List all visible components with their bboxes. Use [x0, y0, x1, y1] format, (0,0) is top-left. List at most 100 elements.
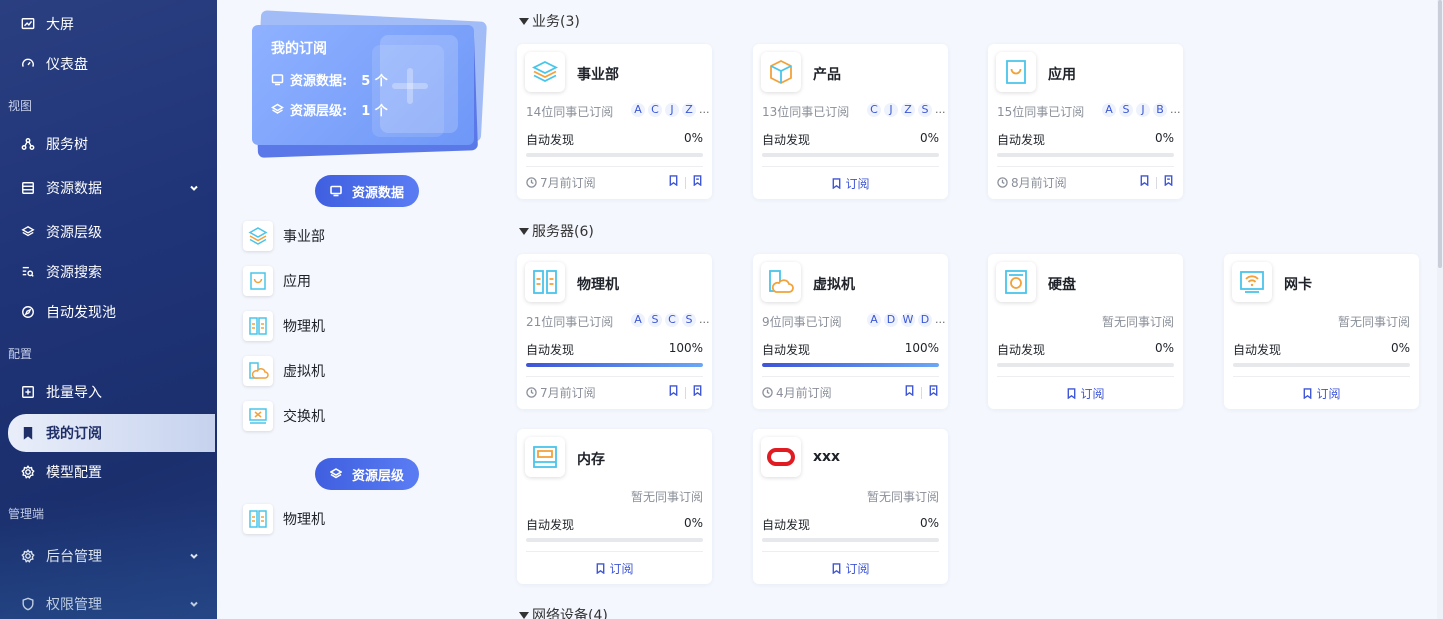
auto-discovery-label: 自动发现 — [526, 133, 575, 147]
nav-item-dashboard-screen[interactable]: 大屏 — [0, 5, 217, 43]
more-indicator: ... — [935, 313, 946, 326]
subscribed-time: 8月前订阅 — [997, 174, 1067, 191]
card-actions — [668, 385, 703, 400]
auto-discovery-percent: 0% — [1154, 341, 1174, 355]
layers-icon — [525, 52, 565, 92]
subscribe-button[interactable]: 订阅 — [753, 175, 948, 192]
group-label-config: 配置 — [8, 347, 33, 361]
bookmark-icon — [597, 563, 605, 574]
resource-level-pill[interactable]: 资源层级 — [315, 458, 419, 490]
nav-label: 我的订阅 — [46, 426, 102, 442]
resource-card[interactable]: 产品 13位同事已订阅 C J Z S... 自动发现 0% 订阅 — [753, 44, 948, 199]
clock-icon — [526, 177, 537, 188]
bookmark-icon[interactable] — [668, 175, 679, 190]
subscriber-count: 21位同事已订阅 — [526, 315, 614, 329]
clock-icon — [762, 387, 773, 398]
mid-item-business-unit[interactable]: 事业部 — [243, 219, 325, 253]
bookmark-icon — [1068, 388, 1076, 399]
auto-discovery-label: 自动发现 — [526, 518, 575, 532]
subscribe-button[interactable]: 订阅 — [988, 385, 1183, 402]
mid-item-label: 物理机 — [283, 319, 325, 335]
import-icon — [20, 384, 36, 400]
resource-card[interactable]: 硬盘 暂无同事订阅 自动发现 0% 订阅 — [988, 254, 1183, 409]
avatar: D — [884, 313, 898, 327]
nav-item-my-subscription[interactable]: 我的订阅 — [8, 414, 215, 452]
scrollbar[interactable] — [1437, 0, 1443, 619]
resource-data-pill[interactable]: 资源数据 — [315, 175, 419, 207]
search-list-icon — [20, 264, 36, 280]
resource-card[interactable]: 应用 15位同事已订阅 A S J B... 自动发现 0% 8月前订阅 — [988, 44, 1183, 199]
layers-icon — [329, 468, 342, 479]
card-actions — [1139, 175, 1174, 190]
subscribe-button[interactable]: 订阅 — [517, 560, 712, 577]
subscription-data-count: 5 个 — [361, 74, 388, 89]
divider — [685, 176, 686, 189]
avatar: S — [648, 313, 662, 327]
disk-icon — [996, 262, 1036, 302]
box-icon — [761, 52, 801, 92]
database-icon — [20, 180, 36, 196]
nav-item-permission-admin[interactable]: 权限管理 — [0, 585, 217, 619]
nav-item-resource-search[interactable]: 资源搜索 — [0, 253, 217, 291]
layers-icon — [243, 221, 273, 251]
nav-item-auto-discovery[interactable]: 自动发现池 — [0, 293, 217, 331]
mid-item-application[interactable]: 应用 — [243, 264, 311, 298]
auto-discovery-percent: 0% — [683, 516, 703, 530]
auto-discovery-percent: 0% — [919, 131, 939, 145]
avatar: S — [682, 313, 696, 327]
subscribe-button[interactable]: 订阅 — [753, 560, 948, 577]
subscribe-button[interactable]: 订阅 — [1224, 385, 1419, 402]
bookmark-remove-icon[interactable] — [692, 175, 703, 190]
bookmark-remove-icon[interactable] — [692, 385, 703, 400]
resource-card[interactable]: 网卡 暂无同事订阅 自动发现 0% 订阅 — [1224, 254, 1419, 409]
auto-discovery-label: 自动发现 — [762, 518, 811, 532]
section-title-server[interactable]: 服务器(6) — [519, 221, 594, 241]
divider — [685, 386, 686, 399]
resource-card[interactable]: 物理机 21位同事已订阅 A S C S... 自动发现 100% 7月前订阅 — [517, 254, 712, 409]
divider — [921, 386, 922, 399]
nav-label: 服务树 — [46, 137, 88, 153]
more-indicator: ... — [699, 103, 710, 116]
subscription-title: 我的订阅 — [271, 41, 327, 57]
bookmark-icon[interactable] — [904, 385, 915, 400]
nav-label: 资源搜索 — [46, 265, 102, 281]
subscription-data-label: 资源数据: — [290, 74, 348, 89]
nav-item-model-config[interactable]: 模型配置 — [0, 453, 217, 491]
card-actions — [668, 175, 703, 190]
resource-card[interactable]: xxx 暂无同事订阅 自动发现 0% 订阅 — [753, 429, 948, 584]
mid-item-virtual-machine[interactable]: 虚拟机 — [243, 354, 325, 388]
auto-discovery-percent: 100% — [668, 341, 703, 355]
mid-item-switch[interactable]: 交换机 — [243, 399, 325, 433]
nav-label: 大屏 — [46, 17, 74, 33]
mid-item-physical-machine[interactable]: 物理机 — [243, 309, 325, 343]
resource-card[interactable]: 虚拟机 9位同事已订阅 A D W D... 自动发现 100% 4月前订阅 — [753, 254, 948, 409]
bookmark-remove-icon[interactable] — [1163, 175, 1174, 190]
nav-item-backend-admin[interactable]: 后台管理 — [0, 537, 217, 575]
nav-item-resource-level[interactable]: 资源层级 — [0, 213, 217, 251]
compass-icon — [20, 304, 36, 320]
section-title-business[interactable]: 业务(3) — [519, 11, 580, 31]
nav-item-batch-import[interactable]: 批量导入 — [0, 373, 217, 411]
bookmark-icon — [20, 425, 36, 441]
subscriber-count: 15位同事已订阅 — [997, 105, 1085, 119]
bookmark-icon[interactable] — [668, 385, 679, 400]
auto-discovery-label: 自动发现 — [1233, 343, 1282, 357]
resource-card[interactable]: 内存 暂无同事订阅 自动发现 0% 订阅 — [517, 429, 712, 584]
card-title: 虚拟机 — [813, 277, 855, 293]
nav-item-service-tree[interactable]: 服务树 — [0, 125, 217, 163]
avatar: A — [1102, 103, 1116, 117]
progress-bar — [762, 153, 939, 157]
mid-item-level-physical-machine[interactable]: 物理机 — [243, 502, 325, 536]
subscriber-avatars: A C J Z... — [631, 103, 713, 117]
avatar: A — [631, 103, 645, 117]
nav-label: 资源层级 — [46, 225, 102, 241]
bookmark-remove-icon[interactable] — [928, 385, 939, 400]
bookmark-icon[interactable] — [1139, 175, 1150, 190]
nav-item-dashboard[interactable]: 仪表盘 — [0, 45, 217, 83]
resource-card[interactable]: 事业部 14位同事已订阅 A C J Z... 自动发现 0% 7月前订阅 — [517, 44, 712, 199]
nav-item-resource-data[interactable]: 资源数据 — [0, 169, 217, 207]
subscription-summary-card: 我的订阅 资源数据: 5 个 资源层级: 1 个 — [252, 25, 474, 145]
section-title-network[interactable]: 网络设备(4) — [519, 605, 608, 619]
pill-label: 资源层级 — [351, 468, 404, 484]
scrollbar-thumb[interactable] — [1438, 0, 1442, 268]
